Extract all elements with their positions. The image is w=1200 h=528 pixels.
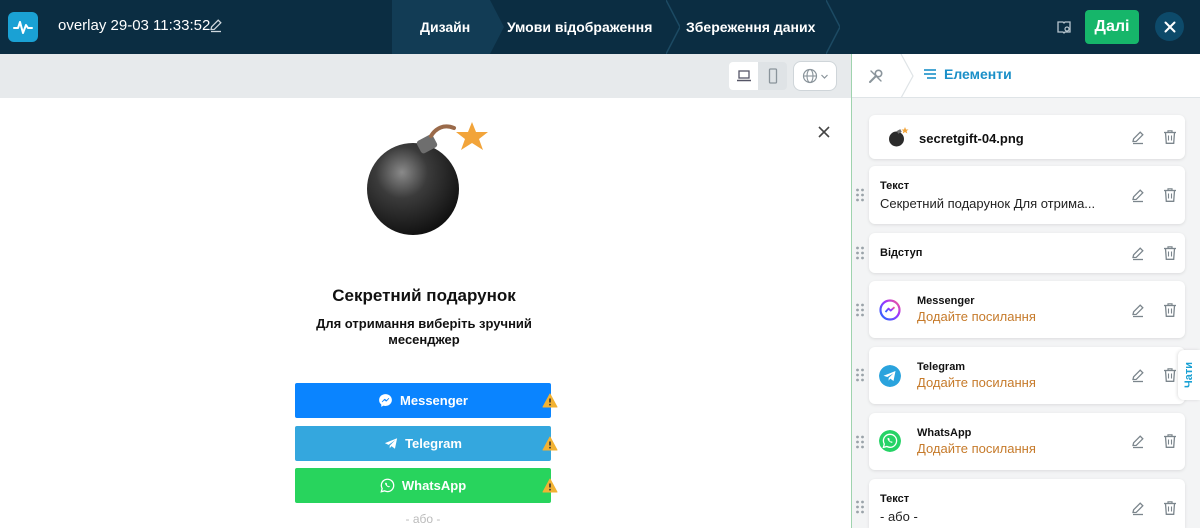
element-card-text[interactable]: Текст Секретний подарунок Для отрима... [869,166,1185,224]
drag-handle-icon[interactable] [855,500,865,514]
step-separator [666,0,680,54]
element-card-text[interactable]: Текст - або - [869,479,1185,528]
step-display-conditions[interactable]: Умови відображення [490,0,680,54]
device-switcher [729,62,787,90]
breadcrumb-separator [900,54,914,98]
element-card-messenger[interactable]: Messenger Додайте посилання [869,281,1185,338]
warning-icon [542,478,558,493]
popup-close-icon[interactable] [817,125,831,139]
trash-icon[interactable] [1162,245,1178,261]
wrench-icon[interactable] [866,66,886,86]
drag-handle-icon[interactable] [855,435,865,449]
warning-icon [542,393,558,408]
step-separator [826,0,840,54]
messenger-button[interactable]: Messenger [295,383,551,418]
wizard-steps: Дизайн Умови відображення Збереження дан… [392,0,840,54]
bomb-thumbnail-icon [889,127,909,147]
trash-icon[interactable] [1162,129,1178,145]
drag-handle-icon[interactable] [855,188,865,202]
step-design-label: Дизайн [420,19,471,35]
pencil-icon[interactable] [208,17,224,33]
step-data-saving[interactable]: Збереження даних [666,0,840,54]
panel-header: Елементи [852,54,1200,98]
phone-icon [768,68,777,84]
card-type-label: Текст [880,493,910,505]
card-channel-name: Telegram [917,361,966,373]
mobile-view-button[interactable] [758,62,787,90]
whatsapp-icon [380,478,395,493]
popup-title: Секретний подарунок [332,286,516,305]
element-card-image[interactable]: secretgift-04.png [869,115,1185,159]
desktop-view-button[interactable] [729,62,758,90]
warning-icon [542,436,558,451]
add-link-text[interactable]: Додайте посилання [917,441,1036,456]
whatsapp-button-label: WhatsApp [401,478,467,493]
step-separator [490,0,504,54]
laptop-icon [736,70,751,82]
trash-icon[interactable] [1162,367,1178,383]
bomb-image [367,122,488,235]
tab-elements[interactable]: Елементи [922,66,1012,82]
messenger-button-label: Messenger [400,393,468,408]
close-icon [1164,21,1175,32]
top-bar: overlay 29-03 11:33:52 Дизайн Умови відо… [0,0,1200,54]
trash-icon[interactable] [1162,302,1178,318]
trash-icon[interactable] [1162,187,1178,203]
project-title: overlay 29-03 11:33:52 [58,17,211,34]
add-link-text[interactable]: Додайте посилання [917,375,1036,390]
chats-side-tab[interactable]: Чати [1178,350,1200,400]
language-selector[interactable] [793,61,837,91]
tab-elements-label: Елементи [944,66,1012,82]
trash-icon[interactable] [1162,500,1178,516]
app-logo[interactable] [8,12,38,42]
telegram-button[interactable]: Telegram [295,426,551,461]
preview-toolbar [0,54,851,98]
add-link-text[interactable]: Додайте посилання [917,309,1036,324]
telegram-icon [384,438,398,449]
or-divider-text: - або - [405,512,441,526]
step-display-conditions-label: Умови відображення [507,19,653,35]
card-text-preview: Секретний подарунок Для отрима... [880,196,1096,211]
card-type-label: Текст [880,180,910,192]
whatsapp-icon [879,430,901,452]
pencil-icon[interactable] [1130,302,1146,318]
card-channel-name: WhatsApp [917,427,972,439]
messenger-icon [379,394,392,407]
telegram-button-label: Telegram [405,436,462,451]
telegram-icon [879,365,901,387]
close-editor-button[interactable] [1155,12,1184,41]
element-card-spacer[interactable]: Відступ [869,233,1185,273]
pencil-icon[interactable] [1130,245,1146,261]
drag-handle-icon[interactable] [855,368,865,382]
list-icon [924,69,936,79]
chats-side-tab-label: Чати [1183,362,1195,388]
trash-icon[interactable] [1162,433,1178,449]
messenger-icon [879,299,901,321]
card-channel-name: Messenger [917,295,975,307]
pencil-icon[interactable] [1130,433,1146,449]
chevron-down-icon [820,74,828,79]
element-card-telegram[interactable]: Telegram Додайте посилання [869,347,1185,404]
drag-handle-icon[interactable] [855,303,865,317]
whatsapp-button[interactable]: WhatsApp [295,468,551,503]
drag-handle-icon[interactable] [855,246,865,260]
pulse-icon [13,21,33,34]
step-design[interactable]: Дизайн [392,0,504,54]
element-card-whatsapp[interactable]: WhatsApp Додайте посилання [869,413,1185,470]
pencil-icon[interactable] [1130,129,1146,145]
pencil-icon[interactable] [1130,187,1146,203]
popup-subtitle: Для отримання виберіть зручний месенджер [316,316,532,347]
pencil-icon[interactable] [1130,500,1146,516]
step-data-saving-label: Збереження даних [686,19,816,35]
globe-icon [802,68,817,84]
image-file-name: secretgift-04.png [919,131,1024,146]
card-text-preview: - або - [880,509,918,524]
next-button[interactable]: Далі [1085,10,1139,44]
book-icon[interactable] [1056,19,1072,35]
pencil-icon[interactable] [1130,367,1146,383]
card-type-label: Відступ [880,247,923,259]
